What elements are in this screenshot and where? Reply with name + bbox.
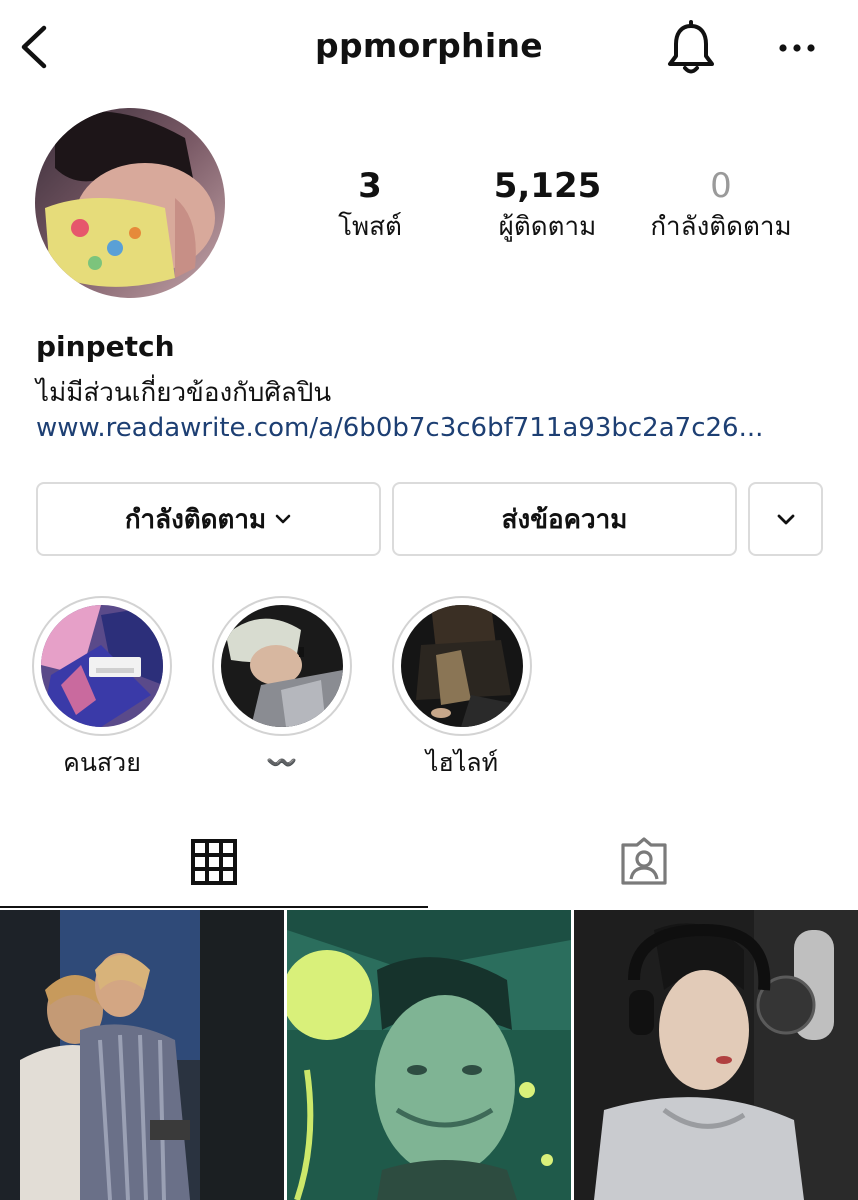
tab-tagged-posts[interactable] xyxy=(430,816,858,908)
notifications-button[interactable] xyxy=(664,20,718,78)
tagged-person-icon xyxy=(621,837,667,885)
highlight-cover xyxy=(401,605,523,727)
post-thumbnail[interactable] xyxy=(0,910,284,1200)
chevron-down-icon xyxy=(777,514,794,525)
highlight-label: คนสวย xyxy=(63,748,141,777)
highlight-ring xyxy=(392,596,532,736)
followers-count: 5,125 xyxy=(493,166,602,206)
posts-count: 3 xyxy=(358,166,382,206)
profile-name: pinpetch xyxy=(36,330,175,363)
tab-grid-posts[interactable] xyxy=(0,816,428,908)
following-count: 0 xyxy=(710,166,732,206)
highlight-cover xyxy=(221,605,343,727)
profile-username: ppmorphine xyxy=(315,26,543,65)
highlight-label: 〰️ xyxy=(266,748,298,777)
followers-label: ผู้ติดตาม xyxy=(498,212,597,242)
highlight-item[interactable]: ไฮไลท์ xyxy=(392,596,532,780)
following-label: กำลังติดตาม xyxy=(650,212,792,242)
highlight-cover xyxy=(41,605,163,727)
bell-icon xyxy=(668,20,714,74)
stat-posts[interactable]: 3 โพสต์ xyxy=(300,164,440,246)
active-tab-indicator xyxy=(0,906,428,908)
highlight-item[interactable]: คนสวย xyxy=(32,596,172,780)
posts-label: โพสต์ xyxy=(338,212,402,242)
following-button-label: กำลังติดตาม xyxy=(124,504,267,535)
following-button[interactable]: กำลังติดตาม xyxy=(36,482,381,556)
highlight-ring xyxy=(212,596,352,736)
post-thumbnail[interactable] xyxy=(287,910,571,1200)
profile-bio: ไม่มีส่วนเกี่ยวข้องกับศิลปิน xyxy=(36,378,332,408)
profile-avatar[interactable] xyxy=(35,108,225,298)
stat-following[interactable]: 0 กำลังติดตาม xyxy=(636,164,806,246)
profile-link[interactable]: www.readawrite.com/a/6b0b7c3c6bf711a93bc… xyxy=(36,413,763,443)
post-thumbnail[interactable] xyxy=(574,910,858,1200)
chevron-down-icon xyxy=(275,514,291,524)
stat-followers[interactable]: 5,125 ผู้ติดตาม xyxy=(460,164,635,246)
message-button-label: ส่งข้อความ xyxy=(501,504,628,535)
highlight-label: ไฮไลท์ xyxy=(425,748,499,777)
more-options-button[interactable] xyxy=(772,28,822,68)
highlight-ring xyxy=(32,596,172,736)
suggested-accounts-button[interactable] xyxy=(748,482,823,556)
avatar-image xyxy=(35,108,225,298)
grid-icon xyxy=(191,839,237,885)
more-horizontal-icon xyxy=(779,44,815,52)
highlight-item[interactable]: 〰️ xyxy=(212,596,352,780)
message-button[interactable]: ส่งข้อความ xyxy=(392,482,737,556)
top-bar: ppmorphine xyxy=(0,0,858,96)
